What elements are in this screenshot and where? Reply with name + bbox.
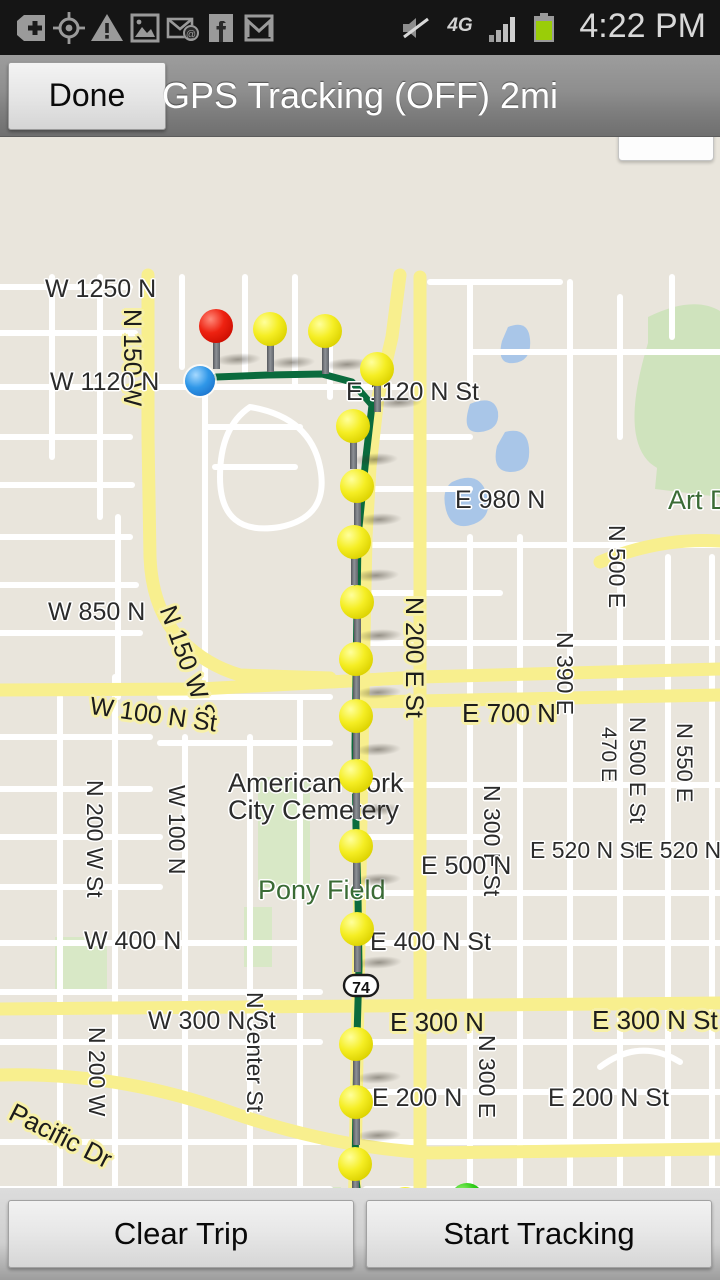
gps-tracking-screen: @ 4G 4:22 PM Done GPS Tracking (OFF) 2mi… xyxy=(0,0,720,1280)
status-bar: @ 4G 4:22 PM xyxy=(0,0,720,55)
signal-bars-icon xyxy=(487,11,521,45)
status-bar-left-icons: @ xyxy=(0,11,276,45)
gmail-icon xyxy=(242,11,276,45)
plus-tag-icon xyxy=(14,11,48,45)
clear-trip-button[interactable]: Clear Trip xyxy=(8,1200,354,1268)
photo-image-icon xyxy=(128,11,162,45)
email-at-icon: @ xyxy=(166,11,200,45)
gps-crosshair-icon xyxy=(52,11,86,45)
start-tracking-button[interactable]: Start Tracking xyxy=(366,1200,712,1268)
done-button[interactable]: Done xyxy=(8,61,166,130)
map-view[interactable]: W 1250 NN 150 WW 1120 NE 1120 N St E 980 … xyxy=(0,137,720,1188)
battery-icon xyxy=(531,11,565,45)
map-canvas xyxy=(0,268,720,1188)
action-bar: Done GPS Tracking (OFF) 2mi xyxy=(0,55,720,137)
network-4g-icon: 4G xyxy=(443,11,477,45)
warning-triangle-icon xyxy=(90,11,124,45)
mute-volume-off-icon xyxy=(399,11,433,45)
user-location-dot xyxy=(185,366,215,396)
svg-text:4G: 4G xyxy=(447,15,474,36)
map-control-chip[interactable] xyxy=(618,137,714,161)
bottom-button-bar: Clear Trip Start Tracking xyxy=(0,1188,720,1280)
status-bar-right-icons: 4G 4:22 PM xyxy=(399,7,720,47)
status-bar-clock: 4:22 PM xyxy=(579,7,706,45)
svg-text:@: @ xyxy=(186,29,196,40)
facebook-icon xyxy=(204,11,238,45)
svg-text:74: 74 xyxy=(352,980,370,997)
